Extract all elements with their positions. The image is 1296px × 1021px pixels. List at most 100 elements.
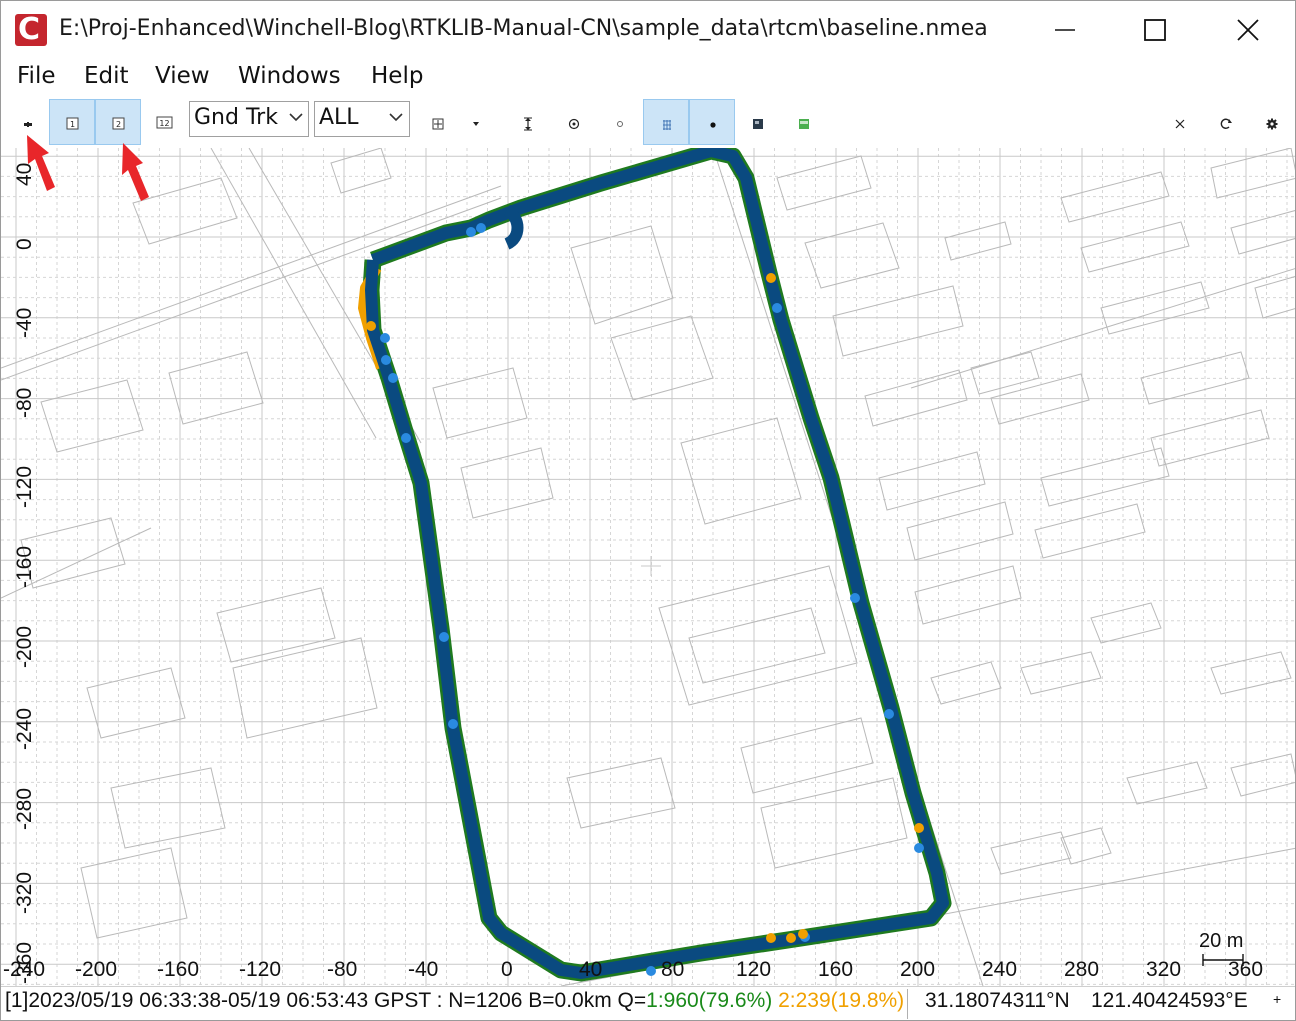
title-bar[interactable]: C E:\Proj-Enhanced\Winchell-Blog\RTKLIB-… [1, 1, 1295, 59]
dgps-point [380, 333, 390, 343]
y-tick: -160 [13, 545, 36, 588]
ground-track-plot[interactable]: 40 0 -40 -80 -120 -160 -200 -240 -280 -3… [1, 148, 1296, 986]
menu-view[interactable]: View [155, 63, 210, 89]
clear-button[interactable] [1157, 99, 1203, 145]
status-latitude: 31.18074311°N [925, 989, 1070, 1012]
dgps-point [850, 593, 860, 603]
float-point [798, 929, 808, 939]
x-tick: -240 [3, 958, 46, 981]
x-tick: 320 [1146, 958, 1182, 981]
x-tick: 80 [661, 958, 685, 981]
x-tick: 40 [579, 958, 603, 981]
dgps-point [476, 223, 486, 233]
center-icon [568, 118, 580, 130]
float-point [366, 321, 376, 331]
dgps-point [439, 632, 449, 642]
float-point [786, 933, 796, 943]
x-tick: -40 [408, 958, 439, 981]
x-tick: 0 [501, 958, 513, 981]
x-tick: 120 [736, 958, 772, 981]
rtkplot-window: C E:\Proj-Enhanced\Winchell-Blog\RTKLIB-… [0, 0, 1296, 1021]
map-image-button[interactable] [735, 99, 781, 145]
y-tick: -40 [13, 307, 36, 338]
x-tick: 160 [818, 958, 854, 981]
x-tick: -120 [239, 958, 282, 981]
dgps-point [646, 966, 656, 976]
scale-label: 20 m [1199, 930, 1244, 952]
reload-button[interactable] [1203, 99, 1249, 145]
toolbar: 1 2 12 Gnd Trk ALL [1, 97, 1295, 148]
dgps-point [381, 355, 391, 365]
menu-windows[interactable]: Windows [238, 63, 341, 89]
track-hook [503, 204, 524, 250]
menu-bar: File Edit View Windows Help [1, 59, 1295, 97]
marker-icon [710, 122, 716, 128]
center-crosshair [641, 556, 661, 576]
status-bar: [1]2023/05/19 06:33:38-05/19 06:53:43 GP… [1, 986, 1295, 1020]
google-map-button[interactable] [781, 99, 827, 145]
menu-edit[interactable]: Edit [84, 63, 129, 89]
x-tick: -160 [157, 958, 200, 981]
y-tick: -280 [13, 787, 36, 830]
status-q1: 1:960(79.6%) [646, 989, 773, 1012]
menu-file[interactable]: File [17, 63, 56, 89]
svg-text:2: 2 [116, 120, 121, 129]
dgps-point [401, 433, 411, 443]
origin-dropdown-button[interactable] [453, 99, 499, 145]
close-button[interactable] [1203, 1, 1295, 59]
x-tick: 360 [1228, 958, 1264, 981]
y-tick: -80 [13, 387, 36, 418]
grid-icon [663, 120, 671, 130]
quality-value: ALL [319, 105, 359, 130]
show-point-icon [617, 121, 623, 127]
plot-canvas[interactable] [1, 148, 1296, 986]
x-tick: 280 [1064, 958, 1100, 981]
menu-help[interactable]: Help [371, 63, 423, 89]
map-image-icon [753, 119, 763, 129]
y-tick: -240 [13, 707, 36, 750]
y-tick: 0 [13, 238, 36, 250]
plot-grid [1, 148, 1295, 986]
window-title: E:\Proj-Enhanced\Winchell-Blog\RTKLIB-Ma… [59, 16, 988, 41]
status-separator [907, 989, 908, 1019]
show-point-button[interactable] [597, 99, 643, 145]
x-tick: -80 [327, 958, 358, 981]
minimize-button[interactable] [1019, 1, 1111, 59]
plot-type-select[interactable]: Gnd Trk [189, 101, 309, 137]
dgps-point [772, 303, 782, 313]
reload-icon [1220, 118, 1232, 129]
float-point [766, 273, 776, 283]
maximize-button[interactable] [1111, 1, 1203, 59]
app-icon: C [15, 12, 47, 47]
dgps-point [466, 227, 476, 237]
dropdown-icon [473, 122, 479, 126]
options-button[interactable] [1249, 99, 1295, 145]
status-longitude: 121.40424593°E [1091, 989, 1248, 1012]
annotation-arrow [27, 135, 55, 191]
chevron-down-icon [289, 113, 303, 122]
fit-vertical-icon [524, 117, 532, 131]
clear-icon [1175, 119, 1185, 129]
status-summary: [1]2023/05/19 06:33:38-05/19 06:53:43 GP… [5, 989, 905, 1012]
x-tick: -200 [75, 958, 118, 981]
map-outlines [1, 148, 1295, 986]
plot-type-value: Gnd Trk [194, 105, 278, 130]
chevron-down-icon [389, 113, 403, 122]
float-point [914, 823, 924, 833]
marker-button[interactable] [689, 99, 735, 145]
resize-grip-icon[interactable]: + [1273, 991, 1281, 1007]
svg-text:12: 12 [159, 119, 169, 128]
fit-vertical-button[interactable] [505, 99, 551, 145]
annotation-arrow [122, 143, 149, 201]
status-q2: 2:239(19.8%) [778, 989, 905, 1012]
dgps-point [914, 843, 924, 853]
grid-button[interactable] [643, 99, 689, 145]
quality-select[interactable]: ALL [314, 101, 410, 137]
dgps-point [448, 719, 458, 729]
center-button[interactable] [551, 99, 597, 145]
options-icon [1266, 118, 1278, 130]
y-tick: -200 [13, 625, 36, 668]
dgps-point [388, 373, 398, 383]
google-map-icon [799, 119, 809, 129]
x-tick: 200 [900, 958, 936, 981]
